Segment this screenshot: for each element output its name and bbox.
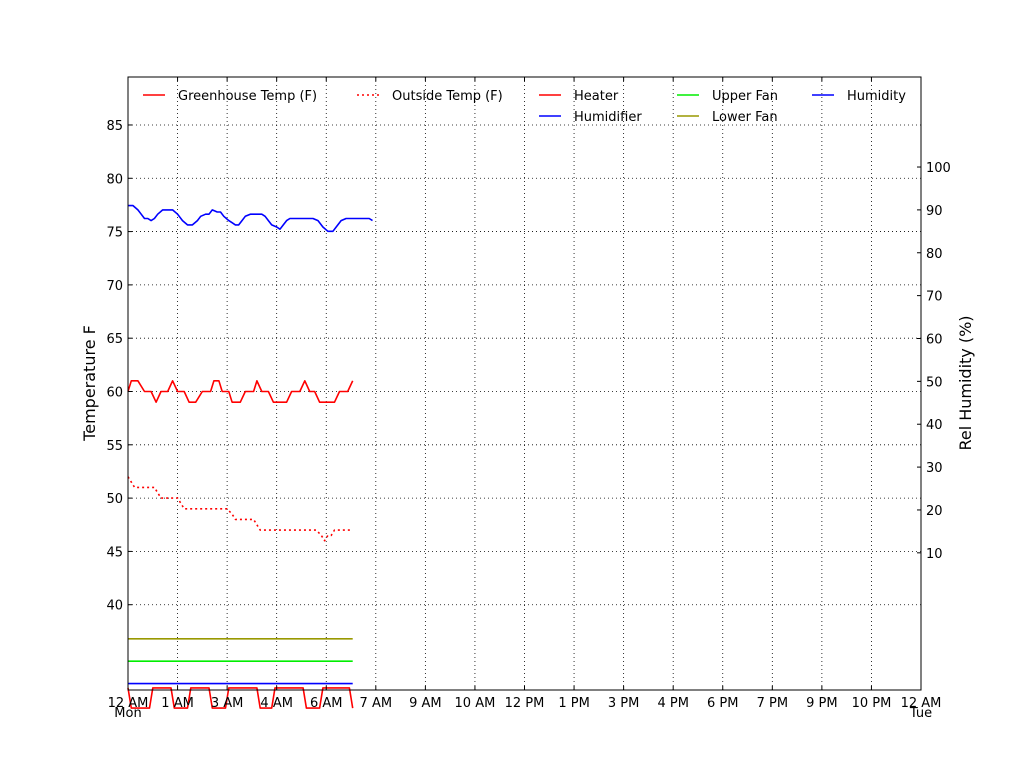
y-tick-label: 45 (106, 545, 123, 560)
y-tick-label: 70 (106, 279, 123, 294)
x-tick-sublabel: Tue (909, 706, 932, 721)
y2-tick-label: 60 (926, 332, 943, 347)
x-tick-label: 3 PM (608, 696, 639, 711)
y2-axis-label: Rel Humidity (%) (956, 315, 975, 450)
x-tick-label: 1 AM (161, 696, 194, 711)
y-tick-label: 75 (106, 226, 123, 241)
legend-label: Humidity (847, 89, 906, 104)
chart: 12 AMMon1 AM 3 AM 4 AM 6 AM 7 AM 9 AM 10 AM 12 … (80, 76, 975, 721)
series-humidity-line (128, 204, 373, 233)
x-tick-label: 10 AM (455, 696, 496, 711)
series-outside-temp-f-line (127, 476, 353, 542)
x-tick-label: 9 AM (409, 696, 442, 711)
x-tick-label: 10 PM (852, 696, 892, 711)
y2-tick-label: 70 (926, 290, 943, 305)
grid-lines (128, 77, 921, 690)
x-tick-label: 9 PM (806, 696, 837, 711)
x-tick-label: 4 AM (260, 696, 293, 711)
axis-ticks: 12 AMMon1 AM 3 AM 4 AM 6 AM 7 AM 9 AM 10 AM 12 … (106, 77, 951, 721)
legend-label: Humidifier (574, 110, 642, 125)
y2-tick-label: 10 (926, 547, 943, 562)
legend-label: Heater (574, 89, 619, 104)
y2-tick-label: 100 (926, 161, 951, 176)
y-tick-label: 85 (106, 119, 123, 134)
legend-label: Lower Fan (712, 110, 778, 125)
y-tick-label: 65 (106, 332, 123, 347)
legend-label: Upper Fan (712, 89, 778, 104)
y-tick-label: 80 (106, 172, 123, 187)
x-tick-label: 1 PM (558, 696, 589, 711)
x-tick-label: 4 PM (657, 696, 688, 711)
y2-tick-label: 20 (926, 504, 943, 519)
legend-label: Outside Temp (F) (392, 89, 503, 104)
y-tick-label: 55 (106, 439, 123, 454)
y2-tick-label: 90 (926, 204, 943, 219)
x-tick-label: 3 AM (211, 696, 244, 711)
x-tick-label: 12 PM (505, 696, 545, 711)
y2-tick-label: 40 (926, 418, 943, 433)
series-lines (127, 204, 373, 709)
y-tick-label: 50 (106, 492, 123, 507)
y-tick-label: 40 (106, 599, 123, 614)
x-tick-label: 6 PM (707, 696, 738, 711)
x-tick-label: 7 PM (757, 696, 788, 711)
legend: Greenhouse Temp (F) Outside Temp (F) Heate… (143, 89, 906, 125)
y2-tick-label: 80 (926, 247, 943, 262)
plot-area-frame (127, 76, 922, 691)
x-tick-label: 6 AM (310, 696, 343, 711)
y2-tick-label: 50 (926, 375, 943, 390)
legend-label: Greenhouse Temp (F) (178, 89, 317, 104)
y-tick-label: 60 (106, 385, 123, 400)
y2-tick-label: 30 (926, 461, 943, 476)
x-tick-label: 7 AM (360, 696, 393, 711)
y-axis-label: Temperature F (80, 325, 99, 442)
x-tick-sublabel: Mon (114, 706, 141, 721)
